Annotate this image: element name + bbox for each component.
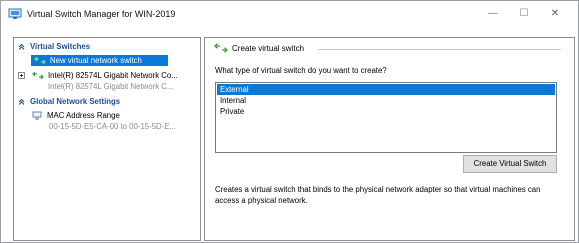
tree-item-detail: Intel(R) 82574L Gigabit Network C... — [48, 82, 174, 91]
close-button[interactable]: ✕ — [541, 5, 569, 23]
window-title: Virtual Switch Manager for WIN-2019 — [27, 9, 176, 19]
switch-type-option-internal[interactable]: Internal — [217, 95, 555, 106]
network-switch-icon — [214, 43, 228, 53]
switch-type-question: What type of virtual switch do you want … — [215, 66, 387, 75]
virtual-switch-manager-icon — [8, 8, 22, 19]
tree-item-intel-switch[interactable]: Intel(R) 82574L Gigabit Network Co... — [14, 70, 200, 81]
network-settings-icon — [32, 111, 42, 120]
title-bar: Virtual Switch Manager for WIN-2019 — ☐ … — [1, 1, 578, 28]
tree-item-label: MAC Address Range — [47, 111, 120, 120]
global-network-settings-header: Global Network Settings — [30, 97, 121, 106]
tree-item-label: New virtual network switch — [50, 56, 142, 65]
mac-range-value: 00-15-5D-E5-CA-00 to 00-15-5D-E... — [49, 122, 176, 131]
switch-tree-pane[interactable]: Virtual Switches New virtual network swi… — [13, 37, 201, 241]
virtual-switch-manager-window: Virtual Switch Manager for WIN-2019 — ☐ … — [0, 0, 579, 243]
collapse-chevron-icon[interactable] — [18, 43, 25, 50]
virtual-switches-section[interactable]: Virtual Switches — [14, 41, 200, 52]
tree-item-label: Intel(R) 82574L Gigabit Network Co... — [48, 71, 178, 80]
expand-plus-icon[interactable] — [18, 72, 25, 79]
network-switch-icon — [32, 71, 44, 80]
minimize-button[interactable]: — — [479, 5, 507, 23]
global-network-settings-section[interactable]: Global Network Settings — [14, 96, 200, 107]
group-title: Create virtual switch — [232, 44, 305, 53]
group-divider — [318, 49, 561, 50]
tree-item-mac-address-range[interactable]: MAC Address Range — [14, 110, 200, 121]
network-switch-icon — [34, 56, 46, 65]
collapse-chevron-icon[interactable] — [18, 98, 25, 105]
create-virtual-switch-button[interactable]: Create Virtual Switch — [463, 155, 557, 173]
switch-type-listbox[interactable]: External Internal Private — [215, 82, 557, 153]
virtual-switches-header: Virtual Switches — [30, 42, 91, 51]
switch-type-description: Creates a virtual switch that binds to t… — [215, 185, 541, 205]
switch-type-option-external[interactable]: External — [217, 84, 555, 95]
tree-item-new-virtual-switch[interactable]: New virtual network switch — [31, 55, 168, 66]
switch-type-option-private[interactable]: Private — [217, 106, 555, 117]
switch-details-pane: Create virtual switch What type of virtu… — [204, 37, 575, 241]
maximize-button[interactable]: ☐ — [510, 5, 538, 23]
